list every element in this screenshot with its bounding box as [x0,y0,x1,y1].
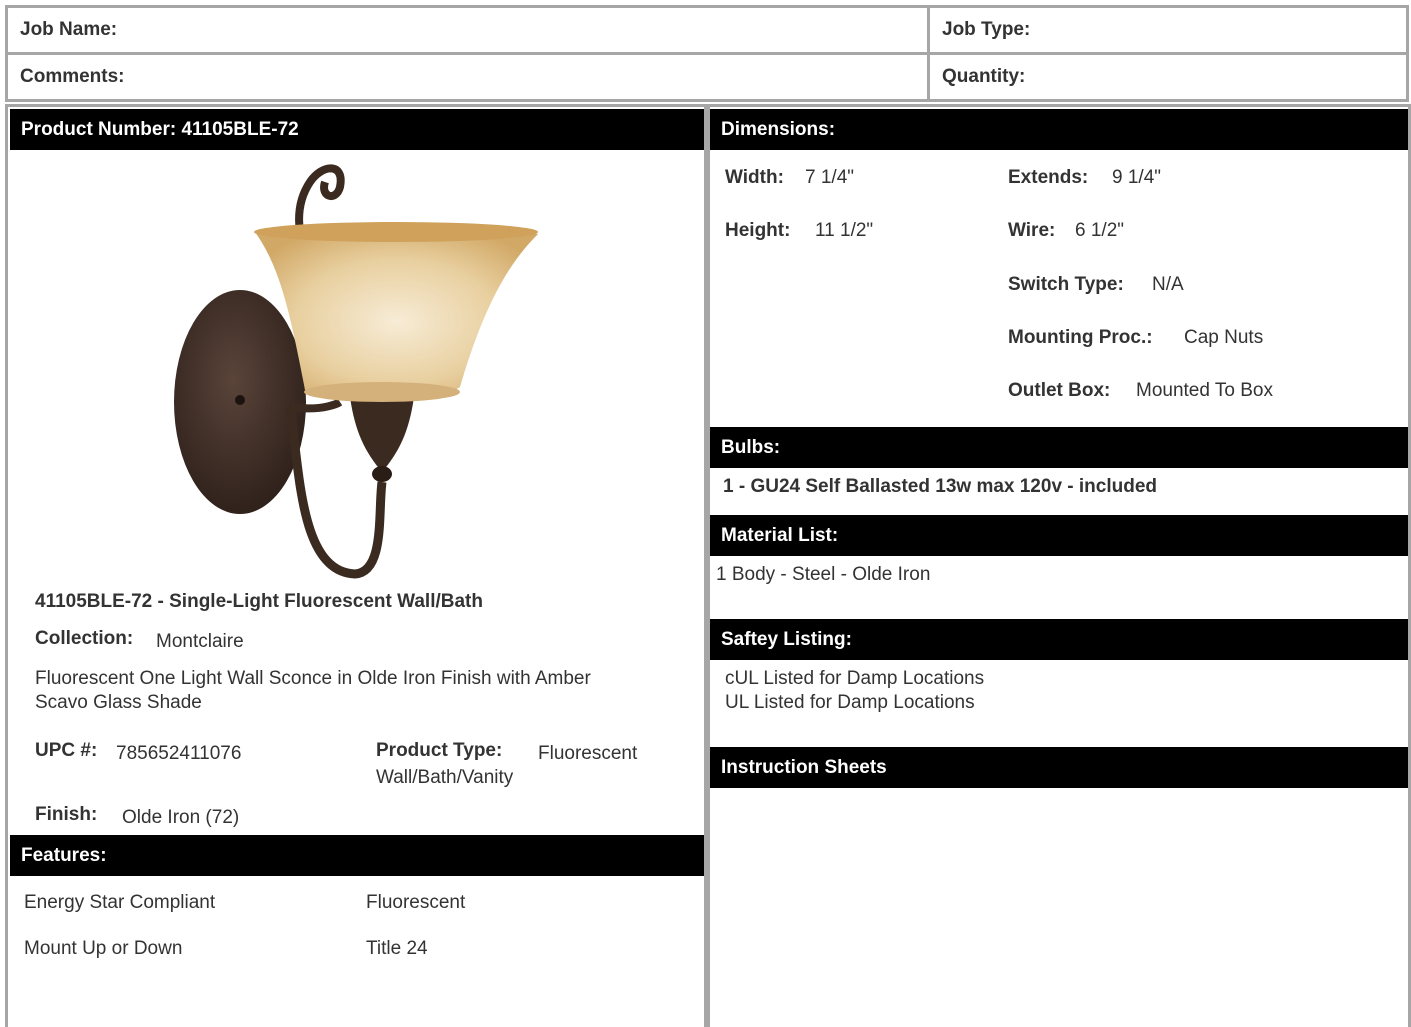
description-line-1: Fluorescent One Light Wall Sconce in Old… [35,668,591,689]
description-line-2: Scavo Glass Shade [35,692,202,713]
product-number-header: Product Number: 41105BLE-72 [10,109,704,150]
safety-listing-header: Saftey Listing: [710,619,1408,660]
height-label: Height: [725,220,791,241]
switch-type-label: Switch Type: [1008,274,1124,295]
upc-value: 785652411076 [116,743,242,764]
comments-label: Comments: [20,66,125,87]
top-panel-border [5,104,1411,107]
finish-value: Olde Iron (72) [122,807,240,828]
mounting-value: Cap Nuts [1184,327,1264,348]
product-type-label: Product Type: [376,740,503,761]
wire-value: 6 1/2" [1075,220,1125,241]
job-type-cell: Job Type: [927,5,1409,55]
left-panel-border [5,104,8,1027]
width-value: 7 1/4" [805,167,855,188]
upc-label: UPC #: [35,740,98,761]
safety-line-1: cUL Listed for Damp Locations [725,668,985,689]
material-list-header: Material List: [710,515,1408,556]
panel-divider-right [707,104,710,1027]
product-type-value-2: Wall/Bath/Vanity [376,767,514,788]
feature-item: Fluorescent [366,892,466,913]
quantity-label: Quantity: [942,66,1026,87]
collection-value: Montclaire [156,631,244,652]
outlet-box-label: Outlet Box: [1008,380,1111,401]
height-value: 11 1/2" [815,220,874,241]
width-label: Width: [725,167,784,188]
feature-item: Title 24 [366,938,428,959]
feature-item: Energy Star Compliant [24,892,216,913]
switch-type-value: N/A [1152,274,1184,295]
feature-item: Mount Up or Down [24,938,183,959]
features-header: Features: [10,835,704,876]
extends-value: 9 1/4" [1112,167,1162,188]
job-name-cell: Job Name: [5,5,930,55]
comments-cell: Comments: [5,52,930,102]
safety-line-2: UL Listed for Damp Locations [725,692,975,713]
finish-label: Finish: [35,804,98,825]
bulbs-header: Bulbs: [710,427,1408,468]
instruction-sheets-header[interactable]: Instruction Sheets [710,747,1408,788]
wall-sconce-image [174,164,538,579]
extends-label: Extends: [1008,167,1089,188]
mounting-label: Mounting Proc.: [1008,327,1153,348]
quantity-cell: Quantity: [927,52,1409,102]
material-item: 1 Body - Steel - Olde Iron [716,564,931,585]
collection-label: Collection: [35,628,134,649]
bulb-item: 1 - GU24 Self Ballasted 13w max 120v - i… [723,476,1158,497]
dimensions-header: Dimensions: [710,109,1408,150]
job-type-label: Job Type: [942,19,1031,40]
wire-label: Wire: [1008,220,1056,241]
product-type-value-1: Fluorescent [538,743,638,764]
product-title: 41105BLE-72 - Single-Light Fluorescent W… [35,591,483,612]
job-name-label: Job Name: [20,19,118,40]
outlet-box-value: Mounted To Box [1136,380,1273,401]
